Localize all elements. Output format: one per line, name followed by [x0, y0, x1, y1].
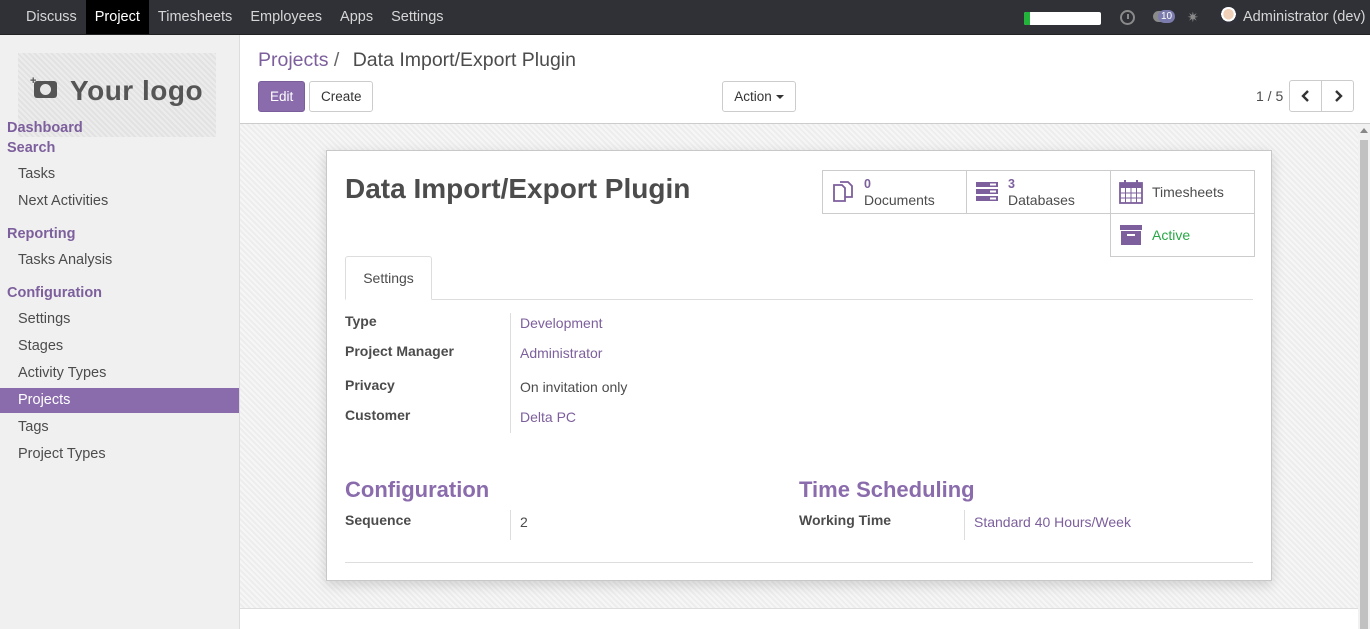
- sidebar-item-next-activities[interactable]: Next Activities: [0, 189, 239, 214]
- progress-bar[interactable]: [1024, 12, 1101, 25]
- breadcrumb-projects-link[interactable]: Projects: [258, 49, 328, 71]
- tab-divider: [345, 299, 1253, 300]
- server-icon: [976, 182, 998, 201]
- time-scheduling-group-title: Time Scheduling: [799, 477, 975, 502]
- archive-icon: [1120, 225, 1142, 245]
- menu-apps[interactable]: Apps: [331, 0, 382, 34]
- sidebar-search-heading[interactable]: Search: [7, 140, 55, 156]
- documents-count: 0: [864, 177, 871, 191]
- edit-button[interactable]: Edit: [258, 81, 305, 112]
- sidebar-configuration-heading[interactable]: Configuration: [7, 285, 102, 301]
- pager-previous-button[interactable]: [1289, 80, 1322, 112]
- scrollbar[interactable]: [1358, 124, 1370, 629]
- documents-icon: [833, 181, 853, 202]
- top-navbar: Discuss Project Timesheets Employees App…: [0, 0, 1370, 35]
- type-label: Type: [345, 313, 377, 329]
- sheet-bottom-divider: [345, 562, 1253, 563]
- documents-button[interactable]: 0 Documents: [822, 170, 967, 214]
- sequence-label: Sequence: [345, 512, 412, 528]
- calendar-icon: [1119, 180, 1143, 204]
- breadcrumb: Projects / Data Import/Export Plugin: [258, 49, 576, 72]
- chatter-area: [240, 608, 1358, 629]
- active-toggle-button[interactable]: Active: [1110, 213, 1255, 257]
- menu-project[interactable]: Project: [85, 0, 149, 34]
- breadcrumb-current: Data Import/Export Plugin: [352, 49, 576, 71]
- chevron-left-icon: [1301, 90, 1309, 102]
- project-manager-link[interactable]: Administrator: [520, 345, 602, 361]
- sidebar-item-project-types[interactable]: Project Types: [0, 442, 239, 467]
- clock-icon[interactable]: [1120, 10, 1135, 25]
- menu-discuss[interactable]: Discuss: [17, 0, 86, 34]
- avatar[interactable]: [1219, 7, 1238, 26]
- scroll-up-arrow-icon[interactable]: [1360, 128, 1368, 133]
- working-time-link[interactable]: Standard 40 Hours/Week: [974, 514, 1131, 530]
- message-count-badge[interactable]: 10: [1158, 10, 1176, 23]
- customer-label: Customer: [345, 407, 411, 423]
- sidebar-item-stages[interactable]: Stages: [0, 334, 239, 359]
- databases-button[interactable]: 3 Databases: [966, 170, 1111, 214]
- sidebar-item-projects[interactable]: Projects: [0, 388, 239, 413]
- project-manager-label: Project Manager: [345, 343, 454, 359]
- tab-settings[interactable]: Settings: [345, 256, 432, 300]
- sidebar-item-tasks[interactable]: Tasks: [0, 162, 239, 187]
- field-divider: [510, 510, 511, 540]
- sidebar-reporting-heading[interactable]: Reporting: [7, 226, 75, 242]
- sequence-value[interactable]: 2: [520, 514, 528, 530]
- create-button[interactable]: Create: [309, 81, 373, 112]
- user-menu[interactable]: Administrator (dev): [1243, 0, 1365, 34]
- sidebar-item-activity-types[interactable]: Activity Types: [0, 361, 239, 386]
- databases-count: 3: [1008, 177, 1015, 191]
- scroll-thumb[interactable]: [1360, 140, 1368, 629]
- privacy-value[interactable]: On invitation only: [520, 379, 627, 395]
- breadcrumb-separator: /: [333, 49, 340, 71]
- active-status-label: Active: [1152, 227, 1191, 243]
- sidebar-item-settings[interactable]: Settings: [0, 307, 239, 332]
- project-title: Data Import/Export Plugin: [345, 173, 691, 204]
- privacy-label: Privacy: [345, 377, 395, 393]
- menu-settings[interactable]: Settings: [382, 0, 452, 34]
- logo-text: Your logo: [70, 75, 204, 106]
- bug-icon[interactable]: ✷: [1187, 9, 1199, 25]
- menu-employees[interactable]: Employees: [241, 0, 331, 34]
- field-divider: [510, 313, 511, 433]
- configuration-group-title: Configuration: [345, 477, 490, 502]
- chevron-right-icon: [1335, 90, 1343, 102]
- progress-fill: [1024, 12, 1031, 25]
- timesheets-label: Timesheets: [1152, 184, 1224, 200]
- app-menu: Discuss Project Timesheets Employees App…: [17, 0, 453, 34]
- field-divider: [964, 510, 965, 540]
- action-label: Action: [734, 89, 772, 104]
- caret-down-icon: [775, 95, 784, 100]
- form-sheet: Data Import/Export Plugin 0 Documents 3 …: [326, 150, 1272, 581]
- sidebar: Your logo Dashboard Search Tasks Next Ac…: [0, 35, 240, 629]
- working-time-label: Working Time: [799, 512, 892, 528]
- sidebar-item-tasks-analysis[interactable]: Tasks Analysis: [0, 248, 239, 273]
- pager-value[interactable]: 1 / 5: [1256, 81, 1283, 112]
- sidebar-item-tags[interactable]: Tags: [0, 415, 239, 440]
- camera-icon: [30, 75, 57, 98]
- customer-link[interactable]: Delta PC: [520, 409, 576, 425]
- databases-label: Databases: [1008, 192, 1075, 208]
- pager-next-button[interactable]: [1321, 80, 1354, 112]
- timesheets-button[interactable]: Timesheets: [1110, 170, 1255, 214]
- sidebar-dashboard[interactable]: Dashboard: [7, 120, 83, 136]
- menu-timesheets[interactable]: Timesheets: [149, 0, 241, 34]
- documents-label: Documents: [864, 192, 935, 208]
- type-value-link[interactable]: Development: [520, 315, 603, 331]
- action-dropdown[interactable]: Action: [722, 81, 796, 112]
